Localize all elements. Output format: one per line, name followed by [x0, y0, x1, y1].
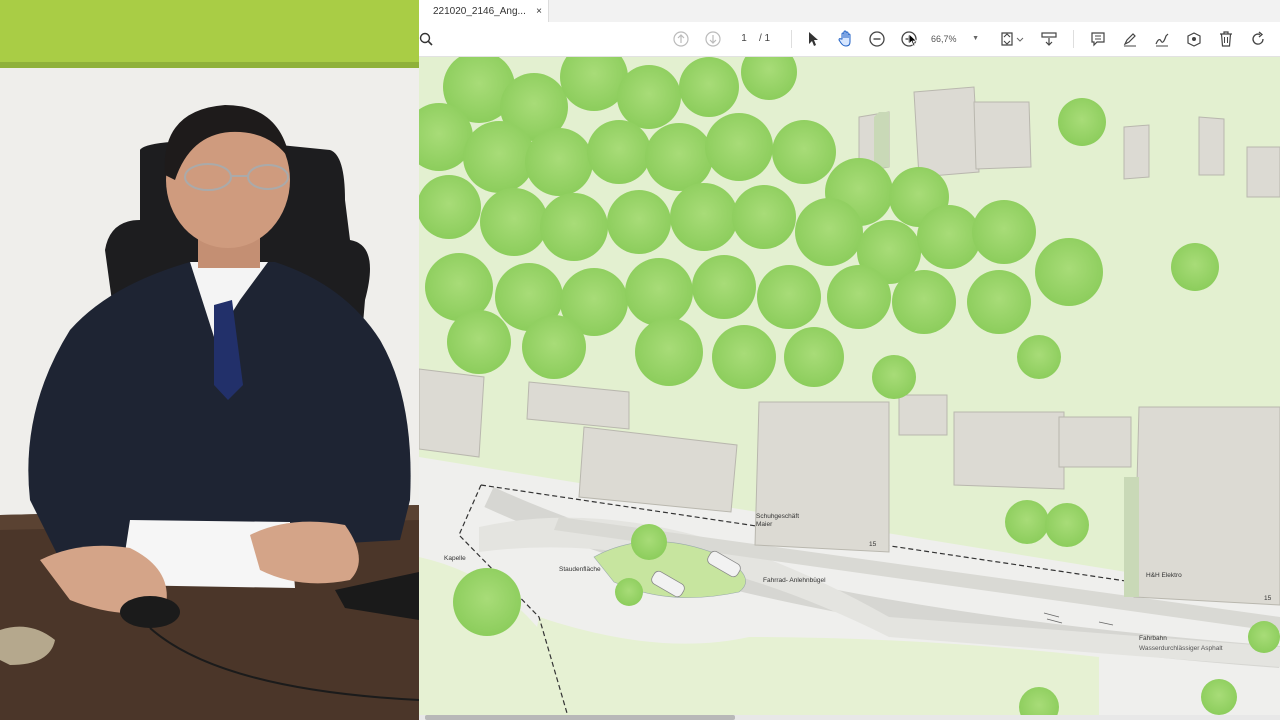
label-staudenflaeche: Staudenfläche — [559, 566, 601, 573]
presenter-image — [0, 0, 419, 720]
horizontal-scrollbar[interactable] — [419, 715, 1280, 720]
document-tab-title: 221020_2146_Ang... — [433, 5, 526, 17]
webcam-video — [0, 0, 419, 720]
comment-icon[interactable] — [1089, 27, 1107, 51]
zoom-out-icon[interactable] — [869, 27, 885, 51]
label-kapelle: Kapelle — [444, 555, 466, 562]
document-tab[interactable]: 221020_2146_Ang... × — [419, 0, 549, 22]
stamp-icon[interactable] — [1185, 27, 1203, 51]
tab-bar: 221020_2146_Ang... × — [419, 0, 1280, 23]
label-fahrbahn-sub: Wasserdurchlässiger Asphalt — [1139, 645, 1223, 652]
chevron-down-icon: ▼ — [972, 35, 979, 42]
toolbar-divider — [1073, 30, 1074, 48]
sign-icon[interactable] — [1153, 27, 1171, 51]
toolbar-divider — [791, 30, 792, 48]
label-number: 15 — [869, 541, 877, 548]
page-down-icon[interactable] — [705, 27, 721, 51]
zoom-in-icon[interactable] — [901, 27, 917, 51]
label-schuhgeschaeft: Schuhgeschäft Maier — [756, 513, 800, 528]
scrollbar-thumb[interactable] — [425, 715, 735, 720]
highlight-pen-icon[interactable] — [1121, 27, 1139, 51]
hand-tool-icon[interactable] — [837, 27, 855, 51]
page-number-input[interactable]: 1 — [731, 31, 757, 47]
delete-icon[interactable] — [1217, 27, 1235, 51]
zoom-level-select[interactable]: 66,7% ▼ — [931, 31, 979, 47]
label-fahrbahn: Fahrbahn — [1139, 635, 1167, 642]
fit-page-icon[interactable] — [999, 27, 1025, 51]
label-fahrrad-anlehnbuegel: Fahrrad- Anlehnbügel — [763, 577, 826, 584]
select-arrow-icon[interactable] — [805, 27, 821, 51]
page-up-icon[interactable] — [673, 27, 689, 51]
tab-close-icon[interactable]: × — [536, 6, 542, 17]
pdf-viewer: 221020_2146_Ang... × 1 / 1 66,7% ▼ Kapel… — [419, 0, 1280, 720]
site-plan-drawing — [419, 57, 1280, 720]
label-hh-elektro: H&H Elektro — [1146, 572, 1182, 579]
page-total: / 1 — [759, 33, 771, 44]
rotate-icon[interactable] — [1249, 27, 1267, 51]
document-page[interactable]: Kapelle Staudenfläche Fahrrad- Anlehnbüg… — [419, 57, 1280, 720]
label-number: 15 — [1264, 595, 1272, 602]
zoom-level-value: 66,7% — [931, 34, 957, 44]
search-icon[interactable] — [419, 27, 433, 51]
toolbar: 1 / 1 66,7% ▼ — [419, 22, 1280, 57]
scroll-mode-icon[interactable] — [1039, 27, 1059, 51]
